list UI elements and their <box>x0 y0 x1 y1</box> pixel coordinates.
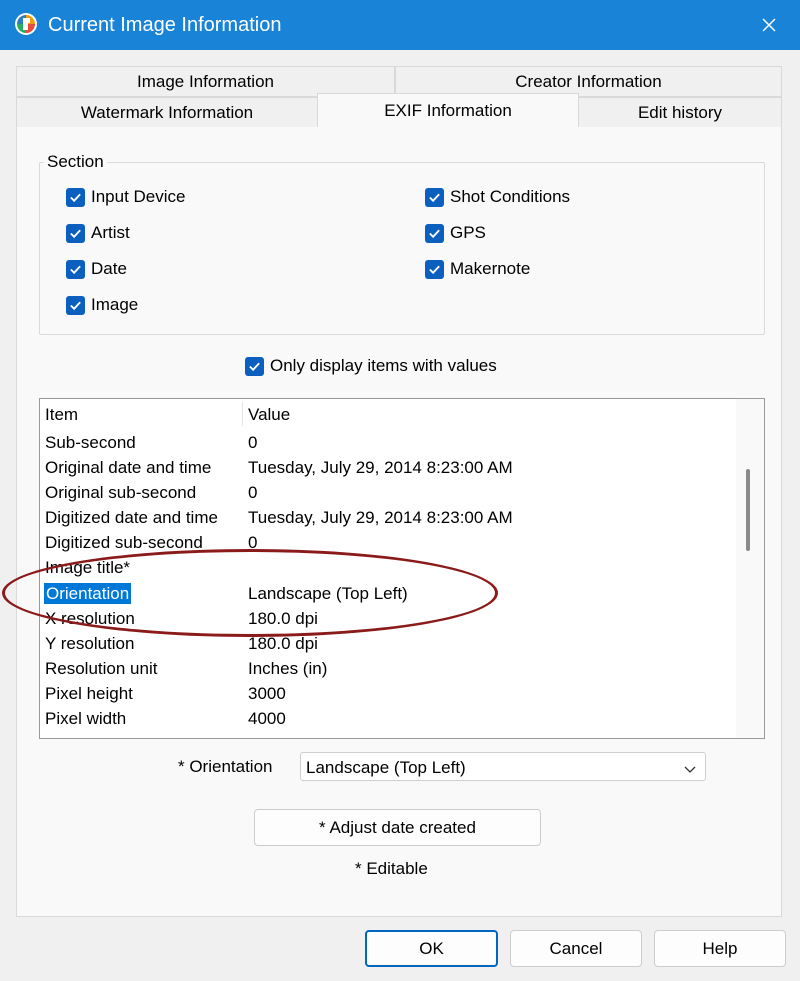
table-row[interactable]: Sub-second 0 <box>40 430 736 455</box>
row-item: Original date and time <box>45 458 212 477</box>
column-header-value[interactable]: Value <box>248 405 290 425</box>
tab-edit-history[interactable]: Edit history <box>578 97 782 128</box>
column-separator[interactable] <box>242 402 243 426</box>
row-value: 4000 <box>248 709 286 728</box>
tab-watermark-information[interactable]: Watermark Information <box>16 97 318 128</box>
adjust-date-created-button[interactable]: * Adjust date created <box>254 809 541 846</box>
checkbox-checked-icon <box>66 223 85 243</box>
tab-label: Watermark Information <box>80 102 254 122</box>
row-value: 180.0 dpi <box>248 634 318 653</box>
row-item: Digitized date and time <box>45 508 218 527</box>
row-value: Tuesday, July 29, 2014 8:23:00 AM <box>248 508 513 527</box>
tab-exif-information[interactable]: EXIF Information <box>317 93 579 128</box>
button-label: OK <box>419 938 444 958</box>
checkbox-checked-icon <box>425 187 444 207</box>
table-row[interactable]: Pixel width 4000 <box>40 706 736 731</box>
checkbox-checked-icon <box>66 259 85 279</box>
row-item: Sub-second <box>45 433 136 452</box>
editable-note: * Editable <box>355 859 428 878</box>
row-item: Image title* <box>45 558 131 577</box>
checkbox-artist[interactable]: Artist <box>66 222 130 244</box>
checkbox-label: Artist <box>91 223 130 242</box>
orientation-select-value: Landscape (Top Left) <box>306 758 466 777</box>
checkbox-label: Makernote <box>450 259 531 278</box>
exif-list[interactable]: Item Value Sub-second 0 Original date and… <box>39 398 765 739</box>
checkbox-date[interactable]: Date <box>66 258 127 280</box>
checkbox-checked-icon <box>245 356 264 376</box>
tab-label: Image Information <box>136 71 274 91</box>
orientation-select[interactable]: Landscape (Top Left) <box>300 752 706 781</box>
checkbox-label: Input Device <box>91 187 186 206</box>
table-row[interactable]: Original date and time Tuesday, July 29, … <box>40 455 736 480</box>
row-value: Tuesday, July 29, 2014 8:23:00 AM <box>248 458 513 477</box>
ok-button[interactable]: OK <box>365 930 498 967</box>
checkbox-label: Only display items with values <box>270 356 497 375</box>
list-header: Item Value <box>40 399 736 429</box>
help-button[interactable]: Help <box>654 930 786 967</box>
tab-label: Edit history <box>637 102 723 122</box>
table-row[interactable]: Resolution unit Inches (in) <box>40 656 736 681</box>
checkbox-label: GPS <box>450 223 486 242</box>
checkbox-checked-icon <box>66 187 85 207</box>
table-row[interactable]: Pixel height 3000 <box>40 681 736 706</box>
row-value: Inches (in) <box>248 659 328 678</box>
checkbox-label: Shot Conditions <box>450 187 571 206</box>
app-logo-icon <box>14 12 38 36</box>
checkbox-input-device[interactable]: Input Device <box>66 186 186 208</box>
checkbox-checked-icon <box>425 223 444 243</box>
table-row[interactable]: X resolution 180.0 dpi <box>40 606 736 631</box>
row-item: Digitized sub-second <box>45 533 203 552</box>
checkbox-label: Date <box>91 259 127 278</box>
checkbox-shot-conditions[interactable]: Shot Conditions <box>425 186 570 208</box>
row-item: Orientation <box>44 583 132 604</box>
close-icon[interactable] <box>752 8 786 42</box>
checkbox-label: Image <box>91 295 139 314</box>
row-value: 0 <box>248 533 258 552</box>
window-title: Current Image Information <box>48 14 282 36</box>
button-label: Cancel <box>549 938 603 958</box>
column-header-item[interactable]: Item <box>45 405 78 425</box>
row-value: 3000 <box>248 684 286 703</box>
checkbox-checked-icon <box>425 259 444 279</box>
row-item: Y resolution <box>45 634 135 653</box>
checkbox-image[interactable]: Image <box>66 294 138 316</box>
row-item: X resolution <box>45 609 135 628</box>
table-row[interactable]: Y resolution 180.0 dpi <box>40 631 736 656</box>
cancel-button[interactable]: Cancel <box>510 930 642 967</box>
row-value: 180.0 dpi <box>248 609 318 628</box>
row-value: 0 <box>248 433 258 452</box>
chevron-down-icon <box>683 761 697 775</box>
list-scrollbar[interactable] <box>736 399 764 738</box>
orientation-label: * Orientation <box>178 757 273 776</box>
table-row-selected[interactable]: Orientation Landscape (Top Left) <box>40 581 736 606</box>
row-value: 0 <box>248 483 258 502</box>
row-item: Original sub-second <box>45 483 197 502</box>
row-item: Resolution unit <box>45 659 158 678</box>
table-row[interactable]: Digitized date and time Tuesday, July 29,… <box>40 505 736 530</box>
table-row[interactable]: Digitized sub-second 0 <box>40 530 736 555</box>
row-item: Pixel height <box>45 684 133 703</box>
title-bar: Current Image Information <box>0 0 800 50</box>
table-row[interactable]: Image title* <box>40 555 736 580</box>
checkbox-only-display-values[interactable]: Only display items with values <box>245 355 497 377</box>
checkbox-makernote[interactable]: Makernote <box>425 258 530 280</box>
tab-label: EXIF Information <box>384 101 512 120</box>
section-label: Section <box>44 152 107 172</box>
tab-label: Creator Information <box>515 71 662 91</box>
table-row[interactable]: Original sub-second 0 <box>40 480 736 505</box>
button-label: * Adjust date created <box>319 817 476 837</box>
row-item: Pixel width <box>45 709 127 728</box>
checkbox-checked-icon <box>66 295 85 315</box>
checkbox-gps[interactable]: GPS <box>425 222 486 244</box>
button-label: Help <box>702 938 738 958</box>
row-value: Landscape (Top Left) <box>248 584 408 603</box>
scrollbar-thumb[interactable] <box>746 469 750 551</box>
